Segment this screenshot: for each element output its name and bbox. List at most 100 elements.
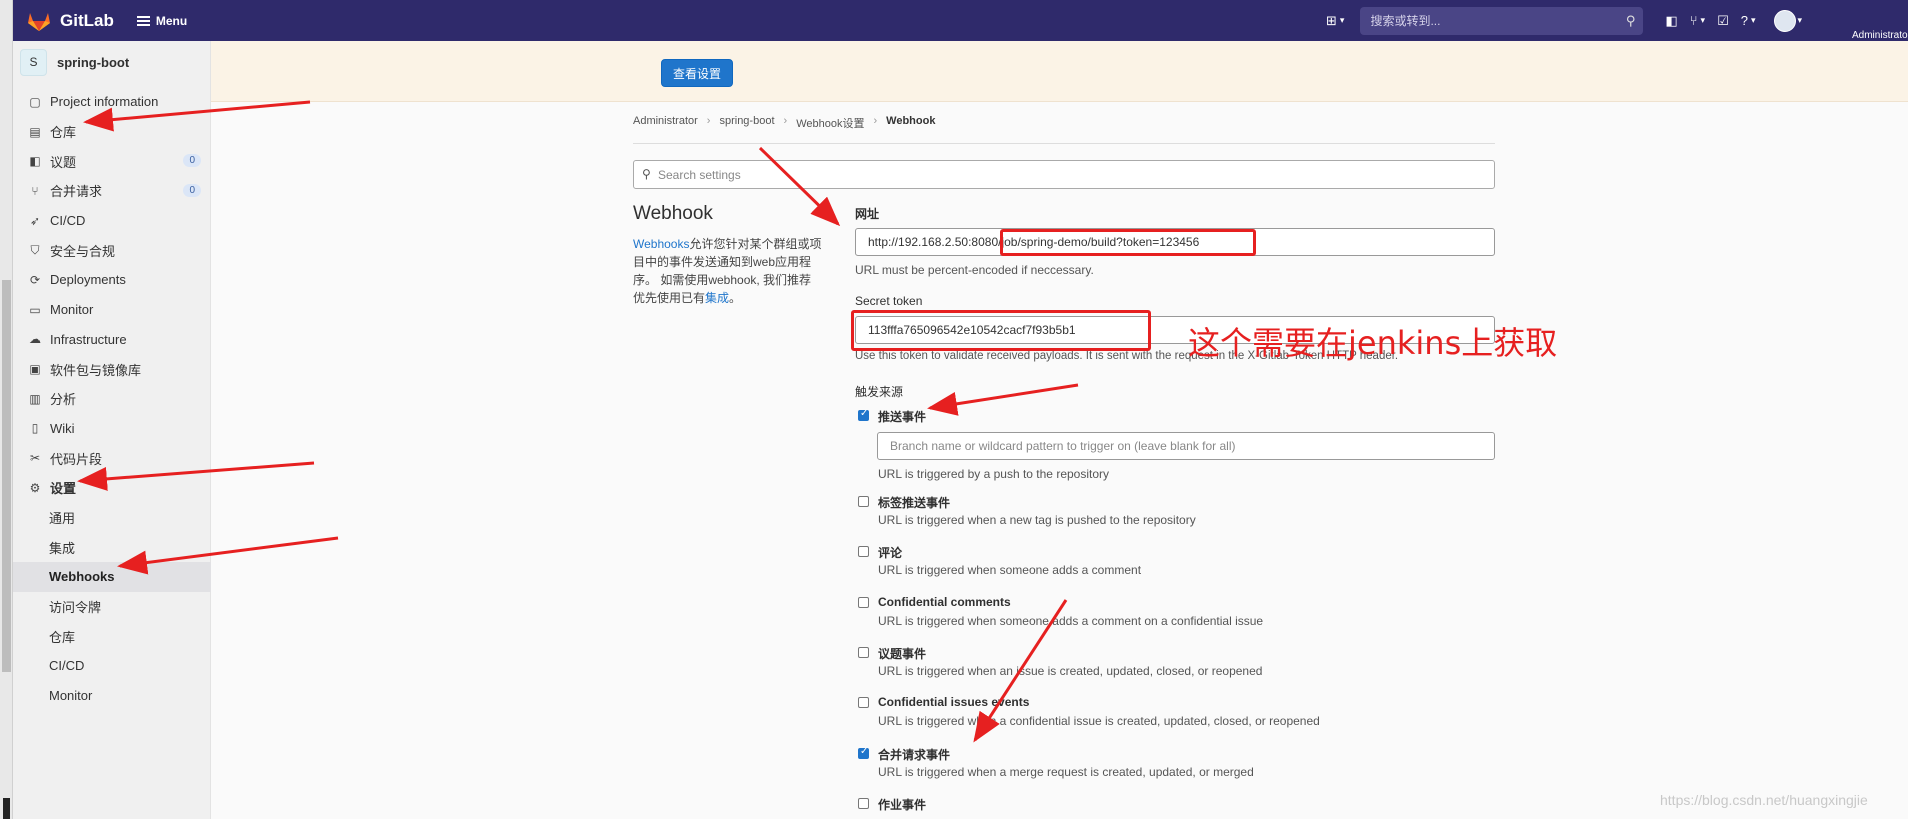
chart-icon: ▥ [29, 391, 41, 406]
project-header[interactable]: S spring-boot [13, 41, 210, 83]
monitor-icon: ▭ [29, 302, 41, 317]
sidebar-item-analytics[interactable]: ▥ 分析 [13, 384, 211, 414]
sidebar-item-label: CI/CD [50, 213, 86, 229]
issues-icon: ◧ [29, 154, 41, 169]
page-scrollbar[interactable] [2, 280, 11, 672]
chevron-right-icon: › [873, 115, 878, 127]
sidebar-item-deployments[interactable]: ⟳ Deployments [13, 265, 211, 295]
trigger-option-label: 评论 [878, 546, 903, 560]
sidebar-subitem-label: CI/CD [49, 658, 85, 674]
sidebar-subitem-label: 通用 [49, 510, 76, 526]
url-path-highlight [1000, 229, 1256, 256]
sidebar-subitem-webhooks[interactable]: Webhooks [13, 562, 211, 592]
confidential-issues-checkbox[interactable] [858, 697, 869, 708]
sidebar-item-monitor[interactable]: ▭ Monitor [13, 295, 211, 325]
sidebar-item-label: 议题 [50, 154, 77, 170]
merge-request-events-checkbox[interactable] [858, 746, 869, 759]
search-icon: ⚲ [1625, 12, 1636, 28]
sidebar-subitem-general[interactable]: 通用 [13, 503, 211, 533]
gitlab-logo[interactable]: GitLab [27, 10, 114, 32]
sidebar-subitem-label: Monitor [49, 688, 93, 704]
sidebar-subitem-integrations[interactable]: 集成 [13, 532, 211, 562]
push-events-checkbox[interactable] [858, 408, 869, 421]
sidebar-item-cicd[interactable]: ➶ CI/CD [13, 206, 211, 236]
global-search-input[interactable]: 搜索或转到... ⚲ [1360, 6, 1644, 35]
sidebar-item-issues[interactable]: ◧ 议题 0 [13, 146, 211, 176]
trigger-option-label: 作业事件 [878, 798, 927, 812]
arrow-to-trigger-source [927, 383, 1079, 416]
breadcrumb-item[interactable]: spring-boot [719, 115, 774, 131]
sidebar-item-wiki[interactable]: ▯ Wiki [13, 414, 211, 444]
create-new-button[interactable]: ⊞ ▾ [1320, 9, 1350, 33]
secret-token-label: Secret token [855, 294, 923, 308]
trigger-option-label: Confidential comments [878, 595, 1011, 609]
edge-marker [3, 798, 10, 819]
cloud-icon: ☁ [29, 332, 41, 347]
trigger-option-help: URL is triggered when a merge request is… [878, 765, 1254, 779]
integrations-link[interactable]: 集成 [705, 291, 729, 305]
annotation-text: 这个需要在jenkins上获取 [1188, 324, 1558, 362]
issues-button[interactable]: ◧ [1659, 9, 1683, 33]
project-sidebar: S spring-boot ▢ Project information ▤ 仓库 ◧… [13, 41, 211, 819]
issues-count-badge: 0 [183, 154, 201, 168]
branch-filter-input[interactable]: Branch name or wildcard pattern to trigg… [877, 432, 1495, 460]
url-help: URL must be percent-encoded if neccessar… [855, 263, 1094, 277]
chevron-down-icon: ▾ [1750, 15, 1756, 25]
sidebar-item-repository[interactable]: ▤ 仓库 [13, 117, 211, 147]
sidebar-item-project-information[interactable]: ▢ Project information [13, 87, 211, 117]
sidebar-subitem-monitor[interactable]: Monitor [13, 681, 211, 711]
menu-label: Menu [155, 13, 188, 28]
view-settings-button[interactable]: 查看设置 [661, 59, 733, 87]
sidebar-item-snippets[interactable]: ✂ 代码片段 [13, 443, 211, 473]
confidential-comments-checkbox[interactable] [858, 597, 869, 608]
webhooks-doc-link[interactable]: Webhooks [633, 237, 689, 251]
sidebar-item-infrastructure[interactable]: ☁ Infrastructure [13, 325, 211, 355]
issues-icon: ◧ [1665, 12, 1678, 28]
trigger-option-label: 议题事件 [878, 647, 927, 661]
trigger-option-help: URL is triggered when an issue is create… [878, 664, 1263, 678]
webhook-title: Webhook [633, 203, 713, 224]
breadcrumb-current: Webhook [886, 115, 936, 127]
book-icon: ▯ [31, 421, 39, 436]
info-icon: ▢ [29, 94, 41, 109]
sidebar-item-merge-requests[interactable]: ⑂ 合并请求 0 [13, 176, 211, 206]
merge-requests-button[interactable]: ⑂ ▾ [1684, 9, 1711, 33]
sidebar-item-label: 代码片段 [50, 451, 103, 467]
repository-icon: ▤ [29, 124, 41, 139]
chevron-right-icon: › [706, 115, 711, 127]
gear-icon: ⚙ [29, 480, 41, 495]
trigger-option-label: 标签推送事件 [878, 496, 951, 510]
sidebar-subitem-label: 仓库 [49, 629, 76, 645]
sidebar-item-label: 软件包与镜像库 [50, 362, 142, 378]
project-avatar: S [20, 48, 47, 76]
sidebar-item-label: Monitor [50, 302, 94, 318]
sidebar-nav: ▢ Project information ▤ 仓库 ◧ 议题 0 ⑂ 合并请求 0 ➶ CI… [13, 87, 211, 710]
sidebar-subitem-access-tokens[interactable]: 访问令牌 [13, 592, 211, 622]
sidebar-item-label: Project information [50, 94, 159, 110]
breadcrumb-item[interactable]: Administrator [633, 115, 698, 131]
sidebar-subitem-repository[interactable]: 仓库 [13, 621, 211, 651]
search-icon: ⚲ [642, 167, 651, 181]
todos-button[interactable]: ☑ [1711, 9, 1735, 33]
issues-events-checkbox[interactable] [858, 647, 869, 658]
help-button[interactable]: ? ▾ [1735, 9, 1762, 33]
sidebar-item-label: 设置 [50, 481, 77, 497]
settings-search-input[interactable]: ⚲ Search settings [633, 160, 1495, 189]
breadcrumb-item[interactable]: Webhook设置 [796, 115, 864, 131]
search-placeholder: 搜索或转到... [1370, 14, 1441, 28]
tag-push-checkbox[interactable] [858, 496, 869, 507]
user-avatar[interactable] [1773, 9, 1796, 32]
sidebar-item-packages[interactable]: ▣ 软件包与镜像库 [13, 354, 211, 384]
webhook-description: Webhooks允许您针对某个群组或项目中的事件发送通知到web应用程序。 如需… [633, 235, 823, 307]
menu-button[interactable]: Menu [136, 13, 188, 28]
window-edge [0, 0, 13, 819]
tanuki-icon [28, 12, 50, 31]
sidebar-item-security[interactable]: ⛉ 安全与合规 [13, 235, 211, 265]
job-events-checkbox[interactable] [858, 798, 869, 809]
sidebar-item-label: 安全与合规 [50, 243, 116, 259]
sidebar-item-settings[interactable]: ⚙ 设置 [13, 473, 211, 503]
comments-checkbox[interactable] [858, 546, 869, 557]
sidebar-subitem-cicd[interactable]: CI/CD [13, 651, 211, 681]
sidebar-item-label: Deployments [50, 272, 126, 288]
user-name: Administrator [1852, 30, 1908, 41]
